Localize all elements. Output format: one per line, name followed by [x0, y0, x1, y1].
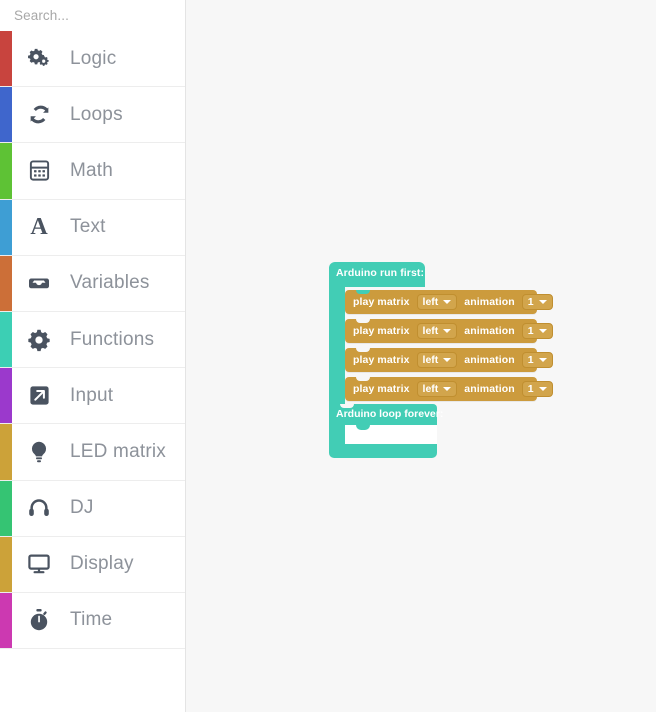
block-label: Arduino run first: [336, 267, 425, 279]
search-bar[interactable] [0, 0, 208, 31]
sidebar-item-label: Display [70, 553, 134, 575]
sidebar-item-time[interactable]: Time [0, 592, 185, 650]
gear-icon [26, 327, 52, 353]
animation-dropdown[interactable]: 1 [521, 294, 553, 310]
category-color-stripe [0, 592, 12, 649]
sidebar-item-label: Functions [70, 328, 155, 350]
chevron-down-icon [443, 387, 452, 391]
direction-dropdown[interactable]: left [416, 352, 458, 368]
animation-dropdown[interactable]: 1 [521, 323, 553, 339]
sidebar-item-variables[interactable]: Variables [0, 255, 185, 312]
block-text-2: animation [464, 296, 515, 308]
category-color-stripe [0, 424, 12, 480]
lightbulb-icon [26, 439, 52, 465]
inbox-tray-icon [26, 270, 52, 296]
play-matrix-block[interactable]: play matrix left animation 1 [345, 290, 553, 314]
run-first-body: play matrix left animation 1 play matrix… [329, 287, 553, 404]
category-color-stripe [0, 368, 12, 424]
sidebar-item-led-matrix[interactable]: LED matrix [0, 424, 185, 481]
dropdown-value: 1 [527, 325, 534, 337]
headphones-icon [26, 495, 52, 521]
block-text-2: animation [464, 354, 515, 366]
category-color-stripe [0, 31, 12, 87]
arduino-loop-forever-block[interactable]: Arduino loop forever: [329, 404, 443, 458]
block-text-2: animation [464, 325, 515, 337]
dropdown-value: left [422, 354, 439, 366]
dropdown-value: 1 [527, 354, 534, 366]
arrow-up-right-box-icon [26, 383, 52, 409]
loop-block-mouth[interactable] [329, 425, 437, 444]
category-color-stripe [0, 480, 12, 536]
block-spine [329, 287, 345, 404]
sidebar-item-label: Text [70, 216, 106, 238]
search-input[interactable] [14, 8, 191, 23]
block-label: Arduino loop forever: [336, 408, 444, 420]
sidebar-item-text[interactable]: A Text [0, 199, 185, 256]
letter-a-icon: A [30, 214, 48, 241]
animation-dropdown[interactable]: 1 [521, 381, 553, 397]
dropdown-value: 1 [527, 383, 534, 395]
play-matrix-block[interactable]: play matrix left animation 1 [345, 319, 553, 343]
block-text: play matrix [353, 296, 410, 308]
block-text-2: animation [464, 383, 515, 395]
dropdown-value: left [422, 325, 439, 337]
block-text: play matrix [353, 325, 410, 337]
dropdown-value: left [422, 296, 439, 308]
category-color-stripe [0, 311, 12, 368]
sidebar-item-label: Math [70, 159, 114, 181]
chevron-down-icon [538, 300, 547, 304]
sidebar-item-label: Loops [70, 103, 123, 125]
chevron-down-icon [443, 329, 452, 333]
sidebar-item-label: LED matrix [70, 440, 166, 462]
loop-empty-slot[interactable] [345, 425, 437, 444]
monitor-icon [26, 551, 52, 577]
sidebar-item-math[interactable]: Math [0, 143, 185, 200]
sidebar-item-loops[interactable]: Loops [0, 87, 185, 144]
category-color-stripe [0, 87, 12, 143]
category-color-stripe [0, 536, 12, 592]
blockly-workspace[interactable]: Arduino run first: play matrix left anim… [187, 0, 656, 712]
chevron-down-icon [443, 300, 452, 304]
dropdown-value: left [422, 383, 439, 395]
dropdown-value: 1 [527, 296, 534, 308]
refresh-cycle-icon [26, 102, 52, 128]
category-color-stripe [0, 199, 12, 255]
chevron-down-icon [538, 329, 547, 333]
sidebar-item-logic[interactable]: Logic [0, 31, 185, 88]
block-stack[interactable]: Arduino run first: play matrix left anim… [329, 262, 553, 458]
category-color-stripe [0, 255, 12, 311]
sidebar-item-label: Variables [70, 272, 150, 294]
sidebar-item-label: Logic [70, 47, 117, 69]
sidebar-item-label: Time [70, 609, 113, 631]
sidebar-item-label: DJ [70, 497, 94, 519]
category-color-stripe [0, 143, 12, 199]
sidebar-item-dj[interactable]: DJ [0, 480, 185, 537]
gears-icon [26, 46, 52, 72]
loop-block-footer [329, 444, 437, 458]
sidebar-item-input[interactable]: Input [0, 368, 185, 425]
animation-dropdown[interactable]: 1 [521, 352, 553, 368]
play-matrix-block[interactable]: play matrix left animation 1 [345, 348, 553, 372]
stopwatch-icon [26, 607, 52, 633]
direction-dropdown[interactable]: left [416, 323, 458, 339]
toolbox-sidebar: Logic Loops [0, 0, 208, 712]
loop-block-header[interactable]: Arduino loop forever: [329, 404, 443, 425]
calculator-icon [26, 158, 52, 184]
category-list: Logic Loops Math A Text Variables Functi… [0, 31, 185, 650]
direction-dropdown[interactable]: left [416, 381, 458, 397]
block-text: play matrix [353, 354, 410, 366]
sidebar-item-display[interactable]: Display [0, 536, 185, 593]
chevron-down-icon [538, 358, 547, 362]
direction-dropdown[interactable]: left [416, 294, 458, 310]
block-text: play matrix [353, 383, 410, 395]
sidebar-item-label: Input [70, 384, 114, 406]
arduino-run-first-block[interactable]: Arduino run first: [329, 262, 425, 287]
sidebar-item-functions[interactable]: Functions [0, 311, 185, 369]
play-matrix-block[interactable]: play matrix left animation 1 [345, 377, 553, 401]
chevron-down-icon [443, 358, 452, 362]
statement-stack: play matrix left animation 1 play matrix… [345, 287, 553, 404]
chevron-down-icon [538, 387, 547, 391]
